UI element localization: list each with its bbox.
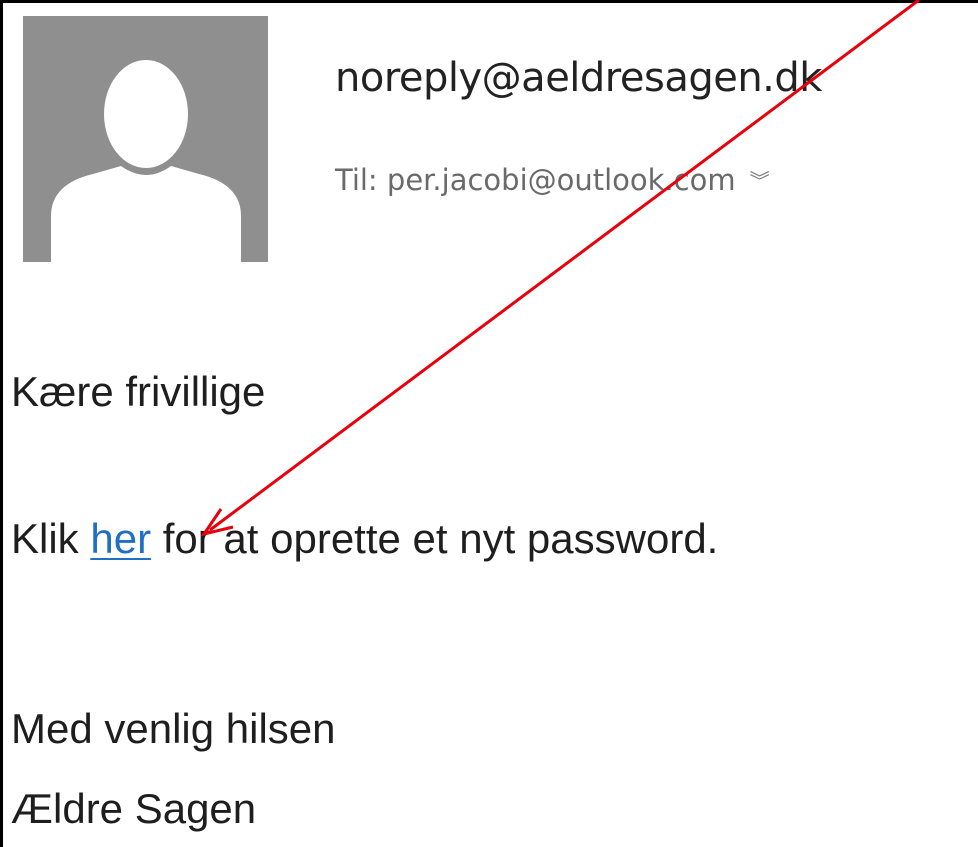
instruction-text: Klik her for at oprette et nyt password. <box>11 515 718 563</box>
instruction-suffix: for at oprette et nyt password. <box>151 515 719 562</box>
double-chevron-down-icon[interactable]: ︾ <box>750 165 770 194</box>
recipient-address: Til: per.jacobi@outlook.com <box>335 163 736 197</box>
signature-text: Ældre Sagen <box>11 785 257 832</box>
email-preview-window: noreply@aeldresagen.dk Til: per.jacobi@o… <box>0 0 978 847</box>
sender-address: noreply@aeldresagen.dk <box>335 55 822 101</box>
greeting-text: Kære frivillige <box>11 368 266 415</box>
reset-password-link[interactable]: her <box>90 515 151 562</box>
sender-avatar <box>23 16 268 262</box>
instruction-prefix: Klik <box>11 515 91 562</box>
closing-text: Med venlig hilsen <box>11 705 336 752</box>
recipient-line: Til: per.jacobi@outlook.com ︾ <box>335 163 770 197</box>
person-silhouette-icon <box>51 60 241 262</box>
